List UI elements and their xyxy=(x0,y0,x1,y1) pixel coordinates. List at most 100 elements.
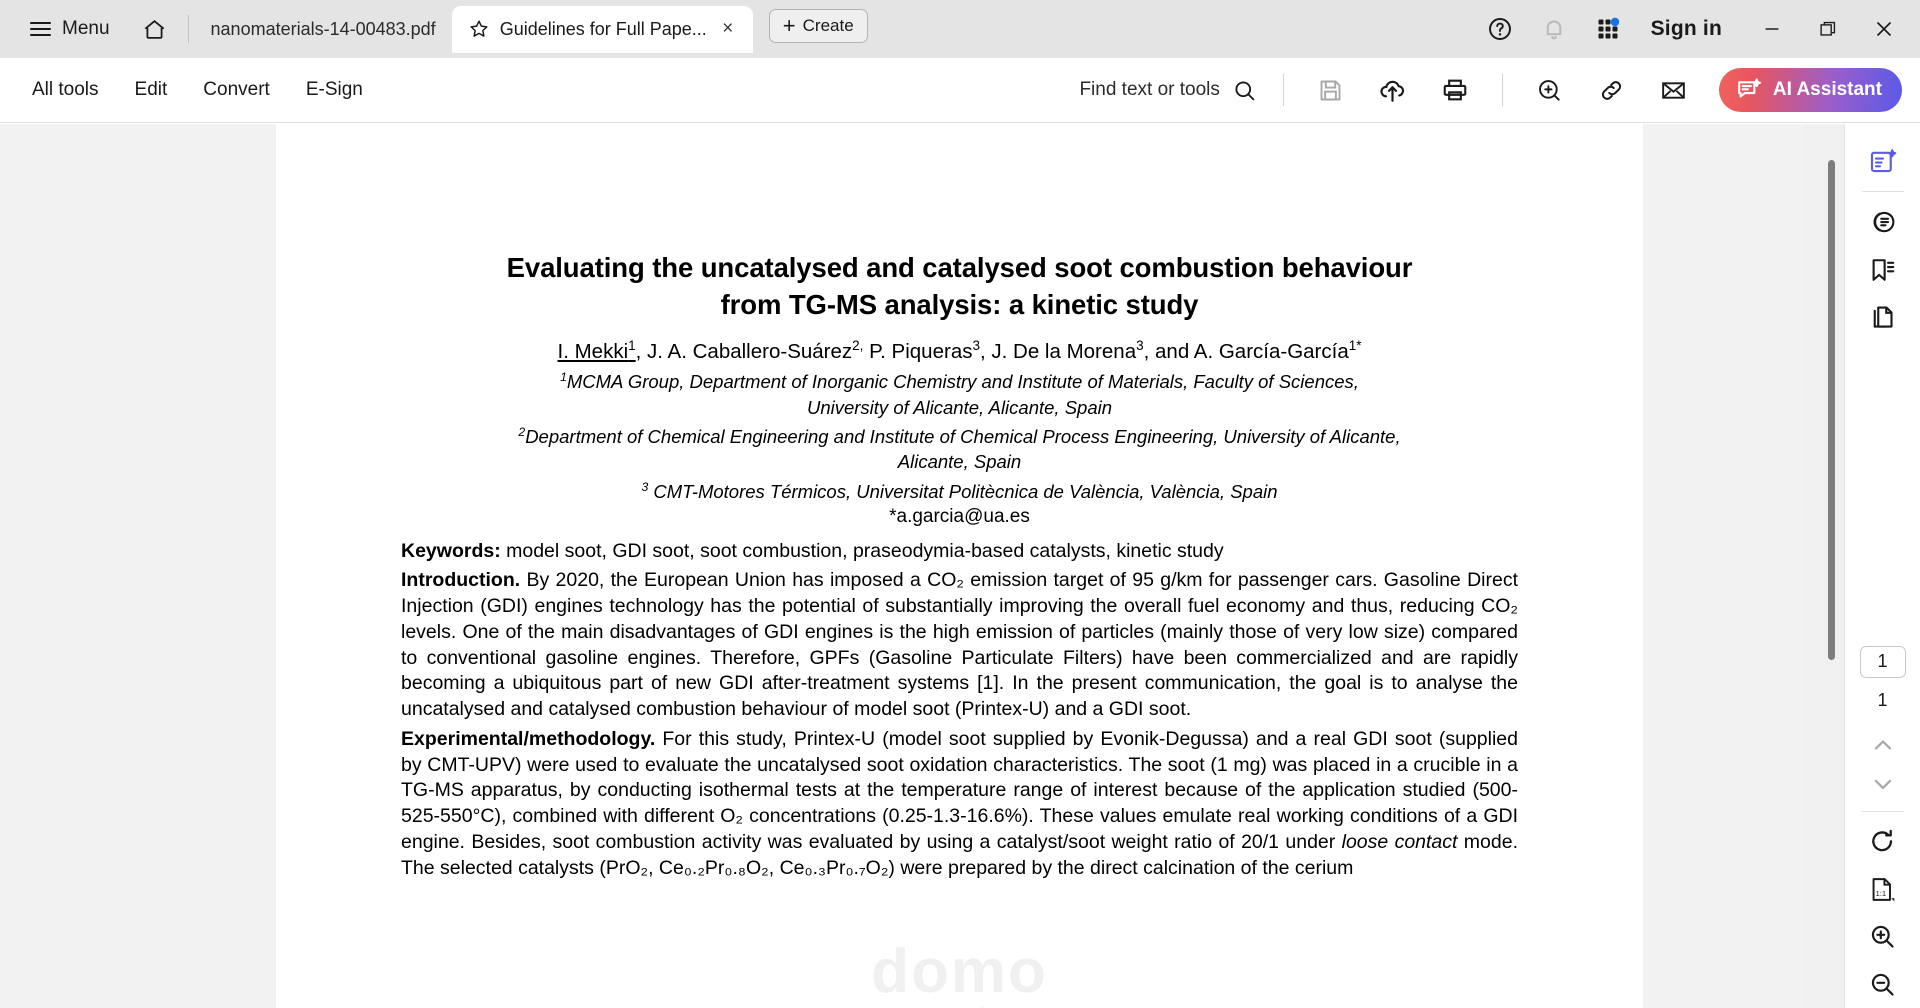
introduction-paragraph: Introduction. By 2020, the European Unio… xyxy=(401,568,1518,722)
author-3-sup: 3 xyxy=(972,337,980,353)
maximize-button[interactable] xyxy=(1800,1,1856,57)
home-button[interactable] xyxy=(132,7,178,51)
menu-e-sign[interactable]: E-Sign xyxy=(288,71,381,109)
page-content: domo meetpal.com Evaluating the uncataly… xyxy=(276,249,1643,1008)
title-line-2: from TG-MS analysis: a kinetic study xyxy=(720,289,1199,321)
vertical-scrollbar-track[interactable] xyxy=(1804,124,1844,1008)
svg-text:1:1: 1:1 xyxy=(1875,889,1886,898)
rail-divider-2 xyxy=(1861,811,1904,813)
page-watermark: domo meetpal.com xyxy=(827,939,1092,1008)
next-page-button[interactable] xyxy=(1855,764,1911,803)
upload-cloud-icon xyxy=(1380,80,1405,102)
actual-size-button[interactable]: 1:1 xyxy=(1855,866,1911,913)
star-icon[interactable] xyxy=(468,18,490,40)
apps-button[interactable] xyxy=(1581,4,1635,54)
experimental-paragraph: Experimental/methodology. For this study… xyxy=(401,727,1518,881)
document-viewer: domo meetpal.com Evaluating the uncataly… xyxy=(0,124,1920,1008)
author-list: I. Mekki1, J. A. Caballero-Suárez2, P. P… xyxy=(401,338,1518,366)
link-button[interactable] xyxy=(1581,66,1643,114)
save-button[interactable] xyxy=(1300,66,1362,114)
actual-size-icon: 1:1 xyxy=(1872,877,1895,902)
affiliation-3-line-1: CMT-Motores Térmicos, Universitat Politè… xyxy=(653,480,1278,502)
find-tools-button[interactable]: Find text or tools xyxy=(1079,78,1266,103)
save-icon xyxy=(1320,80,1341,100)
author-corresponding: I. Mekki1 xyxy=(558,339,636,363)
rotate-button[interactable] xyxy=(1855,818,1911,865)
main-toolbar: All tools Edit Convert E-Sign Find text … xyxy=(0,58,1920,123)
rail-bookmarks-button[interactable] xyxy=(1855,246,1911,293)
corresponding-email: *a.garcia@ua.es xyxy=(889,506,1030,528)
app-grid-icon xyxy=(1598,17,1619,39)
menu-button[interactable]: Menu xyxy=(22,7,118,51)
toolbar-menu-group: All tools Edit Convert E-Sign xyxy=(0,71,381,109)
author-4-sup: 3 xyxy=(1136,337,1144,353)
affiliation-2-line-2: Alicante, Spain xyxy=(897,451,1022,473)
print-button[interactable] xyxy=(1424,66,1486,114)
experimental-label: Experimental/methodology. xyxy=(401,727,656,750)
notifications-button[interactable] xyxy=(1527,4,1581,54)
title-line-1: Evaluating the uncatalysed and catalysed… xyxy=(506,252,1413,283)
page-number-input[interactable]: 1 xyxy=(1859,645,1906,679)
create-button-label: Create xyxy=(802,16,854,35)
author-2-name: , J. A. Caballero-Suárez xyxy=(635,339,853,363)
tab-label: nanomaterials-14-00483.pdf xyxy=(210,18,436,39)
toolbar-divider-2 xyxy=(1501,74,1503,106)
ai-assistant-button[interactable]: AI Assistant xyxy=(1718,68,1902,112)
affil-1-marker: 1 xyxy=(560,370,567,385)
comment-icon xyxy=(1873,211,1894,233)
email-button[interactable] xyxy=(1643,66,1705,114)
rail-page-thumbnails-button[interactable] xyxy=(1855,293,1911,340)
keywords-label: Keywords: xyxy=(401,540,501,563)
home-icon xyxy=(144,19,165,39)
chevron-down-icon xyxy=(1874,779,1891,789)
help-button[interactable] xyxy=(1473,4,1527,54)
tab-nanomaterials[interactable]: nanomaterials-14-00483.pdf xyxy=(195,6,452,52)
rail-ai-assistant-button[interactable] xyxy=(1855,138,1911,185)
ai-assistant-label: AI Assistant xyxy=(1772,79,1882,100)
zoom-out-button[interactable] xyxy=(1855,960,1911,1007)
print-icon xyxy=(1443,79,1467,101)
sign-in-button[interactable]: Sign in xyxy=(1635,17,1744,41)
zoom-in-icon xyxy=(1871,926,1894,948)
bookmark-icon xyxy=(1872,258,1894,281)
affiliation-2: 2Department of Chemical Engineering and … xyxy=(401,424,1518,475)
pdf-page-1[interactable]: domo meetpal.com Evaluating the uncataly… xyxy=(276,124,1643,1008)
add-comment-icon xyxy=(1539,79,1561,101)
affiliation-1: 1MCMA Group, Department of Inorganic Che… xyxy=(401,369,1518,420)
introduction-text: By 2020, the European Union has imposed … xyxy=(401,569,1518,721)
menu-convert[interactable]: Convert xyxy=(185,71,288,109)
chevron-up-icon xyxy=(1874,740,1891,750)
help-icon xyxy=(1488,18,1511,40)
affiliation-1-line-1: MCMA Group, Department of Inorganic Chem… xyxy=(566,371,1359,393)
titlebar-divider xyxy=(187,15,189,43)
plus-icon: + xyxy=(782,13,796,38)
menu-all-tools[interactable]: All tools xyxy=(14,71,117,109)
add-comment-button[interactable] xyxy=(1519,66,1581,114)
zoom-in-button[interactable] xyxy=(1855,913,1911,960)
toolbar-right-group: Find text or tools AI Assistant xyxy=(1079,66,1920,114)
previous-page-button[interactable] xyxy=(1855,725,1911,764)
email-icon xyxy=(1662,81,1686,99)
tab-close-icon[interactable]: × xyxy=(717,18,739,40)
create-button[interactable]: + Create xyxy=(768,9,868,43)
author-3-name: P. Piqueras xyxy=(863,339,973,363)
author-2-sup: 2, xyxy=(852,337,864,353)
tab-guidelines[interactable]: Guidelines for Full Pape... × xyxy=(451,5,753,53)
rail-comments-button[interactable] xyxy=(1855,198,1911,245)
zoom-out-icon xyxy=(1871,973,1894,996)
menu-edit[interactable]: Edit xyxy=(117,71,186,109)
page-number-value: 1 xyxy=(1877,651,1888,672)
titlebar-left-group: Menu nanomaterials-14-00483.pdf Guidelin… xyxy=(0,0,868,58)
watermark-line-2: meetpal.com xyxy=(827,1003,1092,1008)
maximize-restore-icon xyxy=(1820,21,1836,36)
minimize-icon xyxy=(1765,28,1779,30)
upload-cloud-button[interactable] xyxy=(1362,66,1424,114)
menu-button-label: Menu xyxy=(62,18,110,39)
ai-assistant-icon xyxy=(1738,78,1761,98)
document-title: Evaluating the uncatalysed and catalysed… xyxy=(401,249,1518,324)
close-window-button[interactable] xyxy=(1856,1,1912,57)
vertical-scrollbar-thumb[interactable] xyxy=(1828,160,1835,660)
search-icon xyxy=(1235,80,1255,100)
minimize-button[interactable] xyxy=(1744,1,1800,57)
author-4-name: , J. De la Morena xyxy=(980,339,1137,363)
